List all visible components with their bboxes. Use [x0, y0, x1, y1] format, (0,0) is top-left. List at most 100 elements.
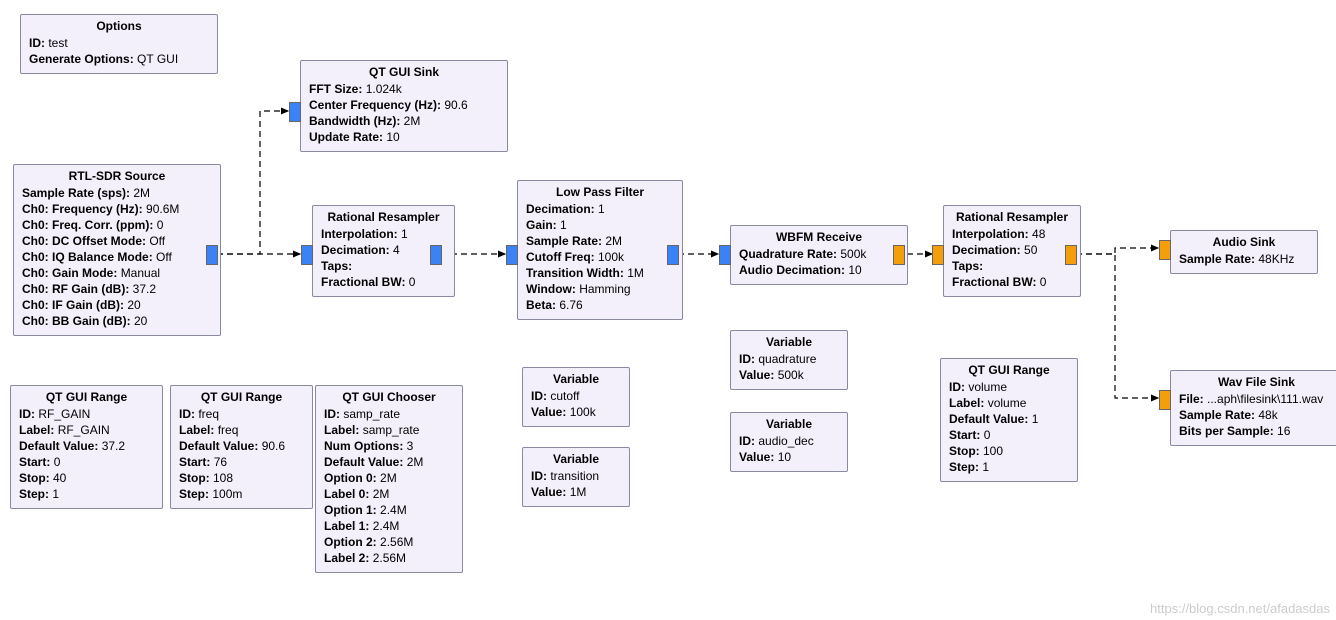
qt-gui-chooser-block[interactable]: QT GUI Chooser ID: samp_rateLabel: samp_… — [315, 385, 463, 573]
param-row: Stop: 40 — [19, 470, 154, 486]
param-row: Start: 0 — [19, 454, 154, 470]
param-row: Option 2: 2.56M — [324, 534, 454, 550]
param-row: Sample Rate (sps): 2M — [22, 185, 212, 201]
param-row: Bandwidth (Hz): 2M — [309, 113, 499, 129]
flowgraph-canvas: Options ID: test Generate Options: QT GU… — [0, 0, 1336, 620]
qt-gui-sink-block[interactable]: QT GUI Sink FFT Size: 1.024kCenter Frequ… — [300, 60, 508, 152]
param-row: Cutoff Freq: 100k — [526, 249, 674, 265]
param-row: Stop: 100 — [949, 443, 1069, 459]
block-title: Options — [29, 19, 209, 35]
block-title: Variable — [531, 372, 621, 388]
audio-sink-block[interactable]: Audio Sink Sample Rate: 48KHz — [1170, 230, 1318, 274]
param-row: Taps: — [321, 258, 446, 274]
param-row: ID: freq — [179, 406, 304, 422]
wav-file-sink-block[interactable]: Wav File Sink File: ...aph\filesink\111.… — [1170, 370, 1336, 446]
param-row: Transition Width: 1M — [526, 265, 674, 281]
param-row: Label 2: 2.56M — [324, 550, 454, 566]
param-row: Ch0: RF Gain (dB): 37.2 — [22, 281, 212, 297]
qt-gui-range-freq-block[interactable]: QT GUI Range ID: freqLabel: freqDefault … — [170, 385, 313, 509]
block-title: Wav File Sink — [1179, 375, 1334, 391]
param-row: Label 1: 2.4M — [324, 518, 454, 534]
block-title: Audio Sink — [1179, 235, 1309, 251]
param-row: Decimation: 50 — [952, 242, 1072, 258]
param-row: Ch0: Freq. Corr. (ppm): 0 — [22, 217, 212, 233]
input-port[interactable] — [301, 245, 313, 265]
param-row: Value: 100k — [531, 404, 621, 420]
input-port[interactable] — [506, 245, 518, 265]
input-port[interactable] — [932, 245, 944, 265]
block-title: QT GUI Range — [949, 363, 1069, 379]
output-port[interactable] — [667, 245, 679, 265]
variable-transition-block[interactable]: Variable ID: transitionValue: 1M — [522, 447, 630, 507]
qt-gui-range-rf-block[interactable]: QT GUI Range ID: RF_GAINLabel: RF_GAINDe… — [10, 385, 163, 509]
wbfm-receive-block[interactable]: WBFM Receive Quadrature Rate: 500kAudio … — [730, 225, 908, 285]
block-title: QT GUI Range — [19, 390, 154, 406]
block-title: RTL-SDR Source — [22, 169, 212, 185]
param-row: ID: audio_dec — [739, 433, 839, 449]
param-row: Start: 0 — [949, 427, 1069, 443]
param-row: Ch0: Frequency (Hz): 90.6M — [22, 201, 212, 217]
param-row: ID: transition — [531, 468, 621, 484]
param-row: Sample Rate: 48KHz — [1179, 251, 1309, 267]
output-port[interactable] — [1065, 245, 1077, 265]
param-row: Start: 76 — [179, 454, 304, 470]
output-port[interactable] — [893, 245, 905, 265]
param-row: Step: 1 — [19, 486, 154, 502]
param-row: Label 0: 2M — [324, 486, 454, 502]
param-row: Ch0: IF Gain (dB): 20 — [22, 297, 212, 313]
param-row: Audio Decimation: 10 — [739, 262, 899, 278]
param-row: Generate Options: QT GUI — [29, 51, 209, 67]
options-block[interactable]: Options ID: test Generate Options: QT GU… — [20, 14, 218, 74]
variable-cutoff-block[interactable]: Variable ID: cutoffValue: 100k — [522, 367, 630, 427]
param-row: Decimation: 4 — [321, 242, 446, 258]
param-row: Step: 100m — [179, 486, 304, 502]
param-row: FFT Size: 1.024k — [309, 81, 499, 97]
param-row: Taps: — [952, 258, 1072, 274]
param-row: File: ...aph\filesink\111.wav — [1179, 391, 1334, 407]
param-row: Default Value: 1 — [949, 411, 1069, 427]
param-row: Stop: 108 — [179, 470, 304, 486]
variable-quadrature-block[interactable]: Variable ID: quadratureValue: 500k — [730, 330, 848, 390]
param-row: Default Value: 37.2 — [19, 438, 154, 454]
param-row: Ch0: IQ Balance Mode: Off — [22, 249, 212, 265]
output-port[interactable] — [430, 245, 442, 265]
param-row: Bits per Sample: 16 — [1179, 423, 1334, 439]
param-row: Ch0: BB Gain (dB): 20 — [22, 313, 212, 329]
input-port[interactable] — [1159, 390, 1171, 410]
param-row: Value: 500k — [739, 367, 839, 383]
block-title: Variable — [531, 452, 621, 468]
param-row: Label: volume — [949, 395, 1069, 411]
param-row: ID: samp_rate — [324, 406, 454, 422]
low-pass-filter-block[interactable]: Low Pass Filter Decimation: 1Gain: 1Samp… — [517, 180, 683, 320]
param-row: Beta: 6.76 — [526, 297, 674, 313]
block-title: Variable — [739, 335, 839, 351]
param-row: Label: freq — [179, 422, 304, 438]
param-row: ID: test — [29, 35, 209, 51]
block-title: Variable — [739, 417, 839, 433]
param-row: Fractional BW: 0 — [952, 274, 1072, 290]
param-row: Label: samp_rate — [324, 422, 454, 438]
input-port[interactable] — [289, 102, 301, 122]
param-row: Quadrature Rate: 500k — [739, 246, 899, 262]
param-row: Gain: 1 — [526, 217, 674, 233]
param-row: Value: 1M — [531, 484, 621, 500]
param-row: Decimation: 1 — [526, 201, 674, 217]
qt-gui-range-volume-block[interactable]: QT GUI Range ID: volumeLabel: volumeDefa… — [940, 358, 1078, 482]
rational-resampler-2-block[interactable]: Rational Resampler Interpolation: 48Deci… — [943, 205, 1081, 297]
rtl-sdr-source-block[interactable]: RTL-SDR Source Sample Rate (sps): 2MCh0:… — [13, 164, 221, 336]
param-row: Default Value: 90.6 — [179, 438, 304, 454]
param-row: Sample Rate: 48k — [1179, 407, 1334, 423]
param-row: Fractional BW: 0 — [321, 274, 446, 290]
input-port[interactable] — [719, 245, 731, 265]
param-row: Ch0: DC Offset Mode: Off — [22, 233, 212, 249]
output-port[interactable] — [206, 245, 218, 265]
block-title: WBFM Receive — [739, 230, 899, 246]
block-title: QT GUI Chooser — [324, 390, 454, 406]
block-title: Rational Resampler — [952, 210, 1072, 226]
param-row: Option 0: 2M — [324, 470, 454, 486]
param-row: Default Value: 2M — [324, 454, 454, 470]
param-row: Interpolation: 1 — [321, 226, 446, 242]
variable-audio-dec-block[interactable]: Variable ID: audio_decValue: 10 — [730, 412, 848, 472]
input-port[interactable] — [1159, 240, 1171, 260]
param-row: Update Rate: 10 — [309, 129, 499, 145]
